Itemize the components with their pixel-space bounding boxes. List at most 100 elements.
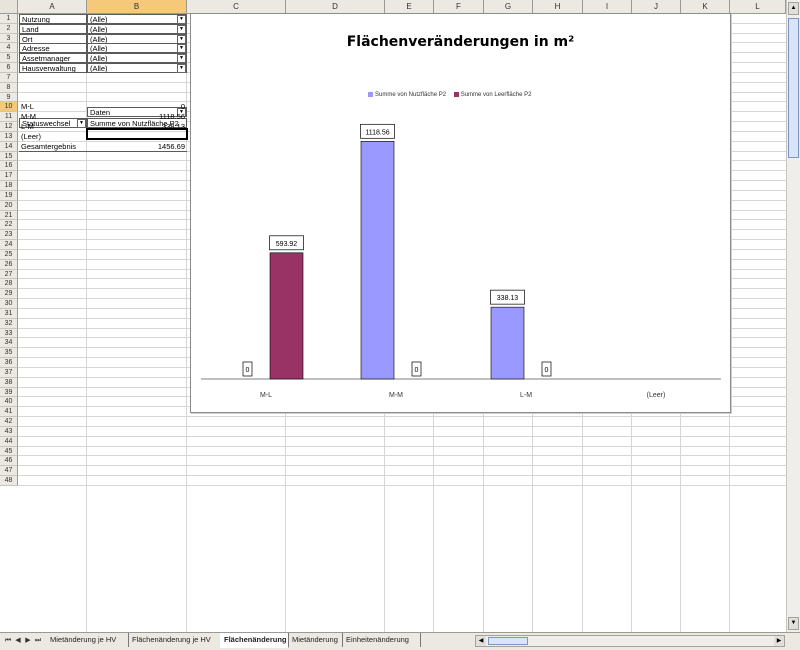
row-header-18[interactable]: 18 [0,181,18,191]
row-header-11[interactable]: 11 [0,112,18,122]
row-header-14[interactable]: 14 [0,142,18,152]
sheet-tab[interactable]: Einheitenänderung [342,633,421,647]
row-header-16[interactable]: 16 [0,161,18,171]
column-header-g[interactable]: G [484,0,533,14]
pivot-bottom-border [19,151,187,152]
row-header-32[interactable]: 32 [0,319,18,329]
row-header-5[interactable]: 5 [0,53,18,63]
row-header-19[interactable]: 19 [0,191,18,201]
vertical-scrollbar[interactable]: ▲ ▼ [786,0,800,632]
spreadsheet-grid[interactable]: ABCDEFGHIJKL 1 2 3 4 5 6 7 8 9 10 11 12 13 14 15 16 17 18… [0,0,800,632]
row-header-40[interactable]: 40 [0,397,18,407]
row-header-28[interactable]: 28 [0,279,18,289]
horizontal-scrollbar[interactable]: ◀ ▶ [475,635,785,647]
column-header-f[interactable]: F [434,0,484,14]
column-header-c[interactable]: C [187,0,286,14]
gridline-row [18,446,786,447]
row-header-38[interactable]: 38 [0,378,18,388]
bar-chart[interactable]: Flächenveränderungen in m² Summe von Nut… [190,13,731,413]
column-header-j[interactable]: J [632,0,681,14]
column-header-l[interactable]: L [730,0,786,14]
pivot-row-label: (Leer) [21,132,42,141]
sheet-tab[interactable]: Mietänderung je HV [46,633,129,647]
row-header-42[interactable]: 42 [0,417,18,427]
row-header-35[interactable]: 35 [0,348,18,358]
column-header-b[interactable]: B [87,0,187,14]
filter-dropdown-icon[interactable]: ▼ [177,64,186,73]
scroll-left-arrow-icon[interactable]: ◀ [476,636,486,646]
column-header-i[interactable]: I [583,0,632,14]
row-header-17[interactable]: 17 [0,171,18,181]
active-cell-B10[interactable] [86,128,188,140]
prev-sheet-icon[interactable]: ◀ [13,636,23,646]
filter-value[interactable]: (Alle) [87,14,187,24]
row-header-47[interactable]: 47 [0,466,18,476]
filter-value[interactable]: (Alle) [87,63,187,73]
row-header-3[interactable]: 3 [0,34,18,43]
bar-leerflaeche[interactable] [269,252,304,380]
row-header-7[interactable]: 7 [0,73,18,83]
row-header-39[interactable]: 39 [0,388,18,397]
row-header-44[interactable]: 44 [0,437,18,447]
filter-value[interactable]: (Alle) [87,53,187,63]
row-header-45[interactable]: 45 [0,447,18,456]
row-header-34[interactable]: 34 [0,338,18,348]
row-header-25[interactable]: 25 [0,250,18,260]
row-header-26[interactable]: 26 [0,260,18,270]
filter-dropdown-icon[interactable]: ▼ [177,15,186,24]
row-header-1[interactable]: 1 [0,14,18,24]
sheet-tab[interactable]: Flächenänderung [220,633,289,648]
filter-dropdown-icon[interactable]: ▼ [177,54,186,63]
row-header-12[interactable]: 12 [0,122,18,132]
column-header-e[interactable]: E [385,0,434,14]
row-header-27[interactable]: 27 [0,270,18,279]
filter-value[interactable]: (Alle) [87,43,187,53]
bar-nutzflaeche[interactable] [490,306,525,380]
column-header-a[interactable]: A [18,0,87,14]
row-header-37[interactable]: 37 [0,368,18,378]
bar-nutzflaeche[interactable] [360,141,395,380]
row-header-9[interactable]: 9 [0,93,18,102]
filter-label: Land [19,24,87,34]
row-header-23[interactable]: 23 [0,230,18,240]
column-header-d[interactable]: D [286,0,385,14]
row-header-48[interactable]: 48 [0,476,18,486]
row-header-43[interactable]: 43 [0,427,18,437]
filter-dropdown-icon[interactable]: ▼ [177,44,186,53]
sheet-tab[interactable]: Flächenänderung je HV [128,633,221,647]
row-header-2[interactable]: 2 [0,24,18,34]
row-header-33[interactable]: 33 [0,329,18,338]
vertical-scroll-thumb[interactable] [788,18,799,158]
row-header-29[interactable]: 29 [0,289,18,299]
column-header-k[interactable]: K [681,0,730,14]
row-header-13[interactable]: 13 [0,132,18,142]
row-header-46[interactable]: 46 [0,456,18,466]
last-sheet-icon[interactable]: ⏭ [33,636,43,646]
row-header-4[interactable]: 4 [0,43,18,53]
scroll-up-arrow-icon[interactable]: ▲ [788,2,799,15]
first-sheet-icon[interactable]: ⏮ [3,636,13,646]
sheet-tab[interactable]: Mietänderung [288,633,343,647]
filter-dropdown-icon[interactable]: ▼ [177,25,186,34]
row-header-24[interactable]: 24 [0,240,18,250]
row-header-8[interactable]: 8 [0,83,18,93]
row-header-41[interactable]: 41 [0,407,18,417]
next-sheet-icon[interactable]: ▶ [23,636,33,646]
row-header-36[interactable]: 36 [0,358,18,368]
gridline-row [18,416,786,417]
row-header-22[interactable]: 22 [0,220,18,230]
horizontal-scroll-thumb[interactable] [488,637,528,645]
select-all-corner[interactable] [0,0,18,14]
column-header-h[interactable]: H [533,0,583,14]
row-header-20[interactable]: 20 [0,201,18,211]
filter-value[interactable]: (Alle) [87,24,187,34]
row-header-21[interactable]: 21 [0,211,18,220]
scroll-down-arrow-icon[interactable]: ▼ [788,617,799,630]
scroll-right-arrow-icon[interactable]: ▶ [774,636,784,646]
row-header-10[interactable]: 10 [0,102,18,112]
row-header-15[interactable]: 15 [0,152,18,161]
row-header-30[interactable]: 30 [0,299,18,309]
x-tick-label: (Leer) [647,392,666,399]
row-header-31[interactable]: 31 [0,309,18,319]
row-header-6[interactable]: 6 [0,63,18,73]
